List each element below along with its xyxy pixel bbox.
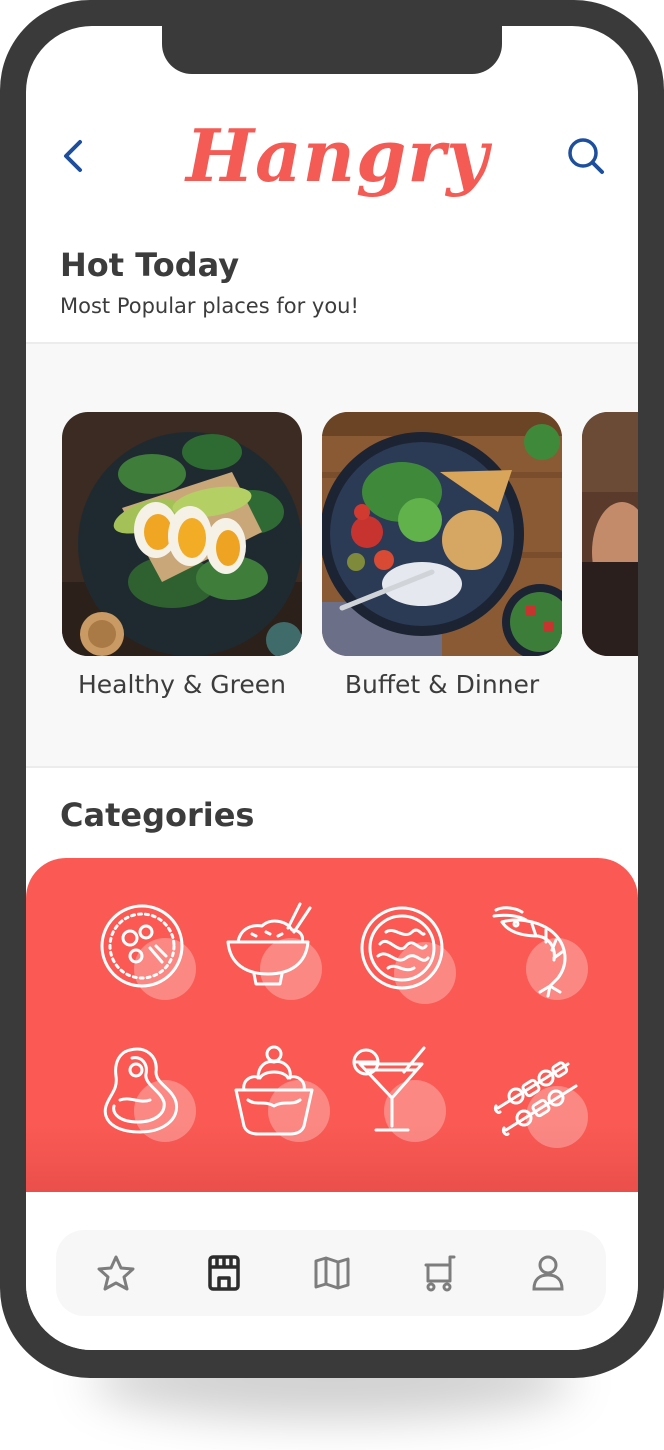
featured-card[interactable] [582,412,638,670]
category-steak[interactable] [100,1044,196,1142]
search-button[interactable] [564,134,608,178]
search-icon [568,138,604,174]
category-pizza[interactable] [100,902,196,1000]
featured-card[interactable]: Healthy & Green [62,412,302,699]
tab-profile[interactable] [526,1251,570,1295]
categories-panel [26,858,638,1198]
tab-restaurants[interactable] [202,1251,246,1295]
featured-image-drink [582,412,638,656]
top-bar: Hangry [26,106,638,216]
category-bbq[interactable] [492,1050,588,1148]
featured-image-healthy [62,412,302,656]
phone-frame: Hangry Hot Today Most Popular places for… [0,0,664,1378]
tab-favorites[interactable] [94,1251,138,1295]
tab-map[interactable] [310,1251,354,1295]
back-button[interactable] [54,134,94,178]
category-drinks[interactable] [350,1044,446,1142]
category-pasta[interactable] [360,906,456,1004]
pizza-icon [100,904,184,988]
cart-icon [424,1255,456,1292]
profile-icon [532,1255,564,1291]
tab-bar [56,1230,606,1316]
star-icon [97,1255,135,1291]
category-dessert[interactable] [234,1044,330,1142]
featured-image-buffet [322,412,562,656]
section-title: Hot Today [60,246,240,284]
category-rice-bowl[interactable] [226,902,322,1000]
shrimp-icon [492,906,567,998]
bottom-navigation-area [26,1192,638,1350]
featured-label: Buffet & Dinner [344,670,540,699]
categories-title: Categories [60,796,255,834]
tab-cart[interactable] [418,1251,462,1295]
featured-card[interactable]: Buffet & Dinner [322,412,562,699]
featured-label: Healthy & Green [78,670,286,699]
store-icon [208,1255,240,1291]
featured-carousel[interactable]: Healthy & Green Buffet & Dinner [26,344,638,768]
chevron-left-icon [64,140,82,172]
app-screen: Hangry Hot Today Most Popular places for… [26,26,638,1350]
rice-bowl-icon [226,902,312,986]
pasta-plate-icon [360,906,444,990]
steak-icon [103,1047,178,1134]
skewer-icon [494,1061,578,1136]
cupcake-icon [234,1045,314,1136]
hot-today-section: Hot Today Most Popular places for you! [26,236,638,344]
cocktail-icon [352,1046,426,1132]
section-subtitle: Most Popular places for you! [60,294,359,318]
app-logo: Hangry [186,113,490,198]
category-seafood[interactable] [492,902,588,1000]
divider [26,766,638,768]
map-icon [314,1256,350,1290]
notch [162,26,502,74]
